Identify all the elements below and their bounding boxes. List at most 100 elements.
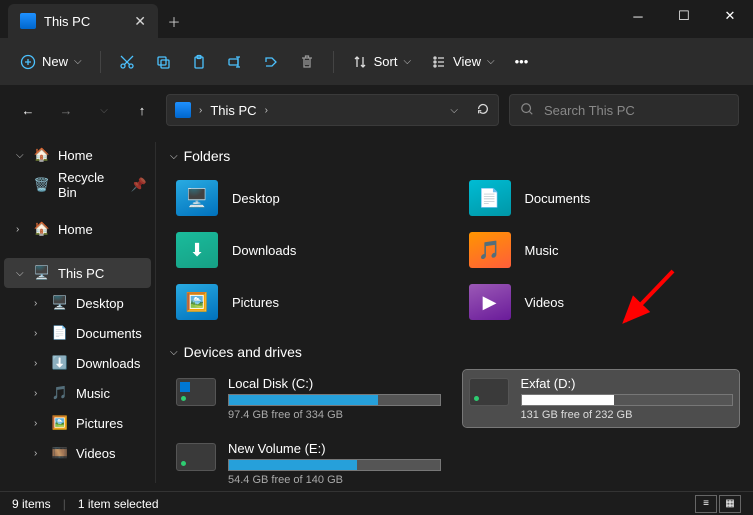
- search-box[interactable]: [509, 94, 739, 126]
- breadcrumb[interactable]: › This PC › ⌵: [166, 94, 499, 126]
- tab-this-pc[interactable]: This PC ✕: [8, 4, 158, 38]
- drive-icon: [176, 378, 216, 406]
- breadcrumb-item[interactable]: This PC: [210, 103, 256, 118]
- status-items: 9 items: [12, 497, 51, 511]
- minimize-button[interactable]: ─: [615, 0, 661, 32]
- music-icon: 🎵: [52, 385, 68, 401]
- folder-label: Pictures: [232, 295, 279, 310]
- nav-row: ← → ⌵ ↑ › This PC › ⌵: [0, 86, 753, 134]
- folder-music[interactable]: 🎵Music: [463, 226, 740, 274]
- drive-label: Exfat (D:): [521, 376, 734, 391]
- sidebar-item-this-pc[interactable]: ⌵🖥️This PC: [4, 258, 151, 288]
- close-icon[interactable]: ✕: [134, 13, 146, 30]
- drive-icon: [176, 443, 216, 471]
- window-controls: ─ ☐ ✕: [615, 0, 753, 32]
- folder-label: Videos: [525, 295, 565, 310]
- videos-icon: 🎞️: [52, 445, 68, 461]
- sidebar-item-downloads[interactable]: ›⬇️Downloads: [0, 348, 155, 378]
- sidebar-item-recycle-bin[interactable]: 🗑️Recycle Bin📌: [0, 170, 155, 200]
- ellipsis-icon: •••: [515, 54, 529, 69]
- drive-icon: [469, 378, 509, 406]
- this-pc-icon: [20, 13, 36, 29]
- back-button[interactable]: ←: [14, 96, 42, 124]
- drive-usage-bar: [228, 459, 441, 471]
- folder-icon: 🖥️: [176, 180, 218, 216]
- chevron-down-icon[interactable]: ⌵: [450, 105, 458, 116]
- sidebar-item-music[interactable]: ›🎵Music: [0, 378, 155, 408]
- folder-label: Documents: [525, 191, 591, 206]
- tiles-view-button[interactable]: ▦: [719, 495, 741, 513]
- drive-usage-bar: [521, 394, 734, 406]
- pin-icon: 📌: [131, 177, 147, 193]
- new-button[interactable]: New ⌵: [12, 46, 90, 78]
- up-button[interactable]: ↑: [128, 96, 156, 124]
- status-selected: 1 item selected: [78, 497, 159, 511]
- folder-videos[interactable]: ▶ Videos: [463, 278, 740, 326]
- folder-icon: ⬇: [176, 232, 218, 268]
- sidebar-item-home[interactable]: ⌵🏠Home: [0, 140, 155, 170]
- folder-desktop[interactable]: 🖥️ Desktop: [170, 174, 447, 222]
- new-tab-button[interactable]: ＋: [158, 4, 190, 38]
- folder-label: Desktop: [232, 191, 280, 206]
- plus-circle-icon: [20, 54, 36, 70]
- share-button[interactable]: [255, 46, 287, 78]
- drive-exfat-d-[interactable]: Exfat (D:) 131 GB free of 232 GB: [463, 370, 740, 427]
- desktop-icon: 🖥️: [52, 295, 68, 311]
- drive-local-disk-c-[interactable]: Local Disk (C:) 97.4 GB free of 334 GB: [170, 370, 447, 427]
- downloads-icon: ⬇️: [52, 355, 68, 371]
- chevron-down-icon: ⌵: [74, 56, 82, 67]
- cut-button[interactable]: [111, 46, 143, 78]
- folder-label: Downloads: [232, 243, 296, 258]
- home-icon: 🏠: [34, 221, 50, 237]
- sidebar-item-videos[interactable]: ›🎞️Videos: [0, 438, 155, 468]
- share-icon: [263, 54, 279, 70]
- chevron-down-icon: ⌵: [403, 56, 411, 67]
- sort-button[interactable]: Sort ⌵: [344, 46, 419, 78]
- maximize-button[interactable]: ☐: [661, 0, 707, 32]
- folder-icon: 🖼️: [176, 284, 218, 320]
- documents-icon: 📄: [52, 325, 68, 341]
- more-button[interactable]: •••: [507, 46, 537, 78]
- titlebar: This PC ✕ ＋ ─ ☐ ✕: [0, 0, 753, 38]
- sidebar-item-home-2[interactable]: ›🏠Home: [0, 214, 155, 244]
- folder-icon: ▶: [469, 284, 511, 320]
- search-icon: [520, 102, 534, 119]
- copy-icon: [155, 54, 171, 70]
- home-icon: 🏠: [34, 147, 50, 163]
- view-icon: [431, 54, 447, 70]
- forward-button[interactable]: →: [52, 96, 80, 124]
- cut-icon: [119, 54, 135, 70]
- sidebar-item-desktop[interactable]: ›🖥️Desktop: [0, 288, 155, 318]
- this-pc-icon: 🖥️: [34, 265, 50, 281]
- drive-new-volume-e-[interactable]: New Volume (E:) 54.4 GB free of 140 GB: [170, 435, 447, 491]
- details-view-button[interactable]: ≡: [695, 495, 717, 513]
- sidebar-item-documents[interactable]: ›📄Documents: [0, 318, 155, 348]
- close-window-button[interactable]: ✕: [707, 0, 753, 32]
- chevron-down-icon: ⌵: [487, 56, 495, 67]
- paste-icon: [191, 54, 207, 70]
- copy-button[interactable]: [147, 46, 179, 78]
- rename-icon: [227, 54, 243, 70]
- refresh-button[interactable]: [476, 102, 490, 119]
- search-input[interactable]: [544, 103, 728, 118]
- section-folders[interactable]: ⌵Folders: [170, 148, 739, 164]
- status-bar: 9 items | 1 item selected ≡ ▦: [0, 491, 753, 515]
- view-button[interactable]: View ⌵: [423, 46, 503, 78]
- sidebar-item-pictures[interactable]: ›🖼️Pictures: [0, 408, 155, 438]
- delete-button[interactable]: [291, 46, 323, 78]
- paste-button[interactable]: [183, 46, 215, 78]
- this-pc-icon: [175, 102, 191, 118]
- folder-pictures[interactable]: 🖼️ Pictures: [170, 278, 447, 326]
- rename-button[interactable]: [219, 46, 251, 78]
- section-drives[interactable]: ⌵Devices and drives: [170, 344, 739, 360]
- drive-label: New Volume (E:): [228, 441, 441, 456]
- drive-free-text: 97.4 GB free of 334 GB: [228, 409, 441, 421]
- folder-documents[interactable]: 📄Documents: [463, 174, 740, 222]
- content-pane: ⌵Folders 🖥️ Desktop 📄Documents ⬇ Downloads 🎵M…: [156, 134, 753, 491]
- tab-title: This PC: [44, 14, 90, 29]
- folder-icon: 🎵: [469, 232, 511, 268]
- recent-button[interactable]: ⌵: [90, 96, 118, 124]
- folder-downloads[interactable]: ⬇ Downloads: [170, 226, 447, 274]
- sidebar: ⌵🏠Home 🗑️Recycle Bin📌 ›🏠Home ⌵🖥️This PC …: [0, 134, 155, 491]
- drive-label: Local Disk (C:): [228, 376, 441, 391]
